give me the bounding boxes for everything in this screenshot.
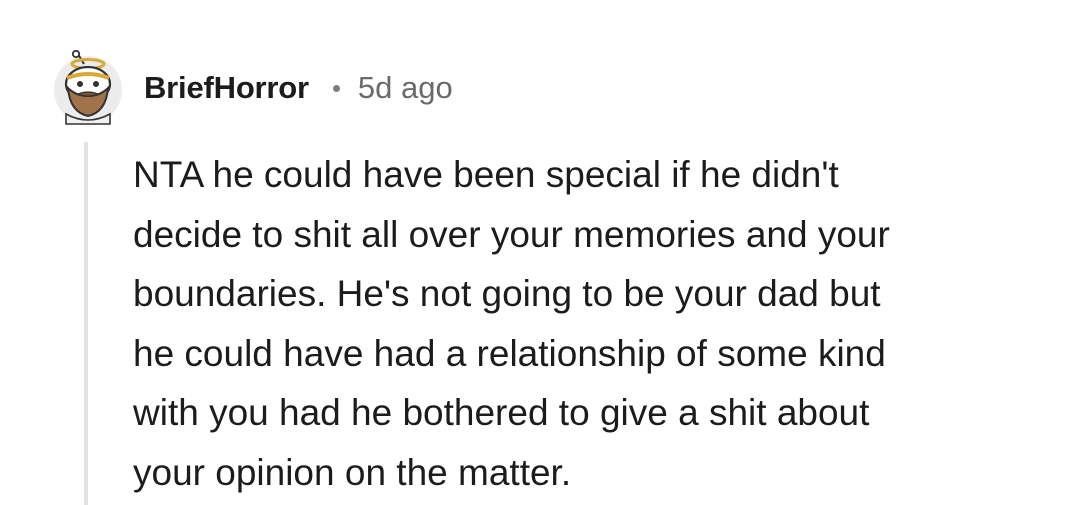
comment: BriefHorror 5d ago NTA he could have bee… — [0, 0, 1080, 505]
thread-collapse-line[interactable] — [84, 142, 88, 505]
comment-body-line: with you had he bothered to give a shit … — [133, 392, 870, 433]
comment-timestamp: 5d ago — [357, 70, 453, 105]
comment-body-line: decide to shit all over your memories an… — [133, 213, 890, 255]
comment-body-line: your opinion on the matter. — [133, 451, 572, 493]
comment-body: NTA he could have been special if he did… — [133, 145, 1033, 502]
snoo-avatar-icon[interactable] — [50, 50, 126, 126]
comment-body-line: he could have had a relationship of some… — [133, 332, 886, 374]
comment-header: BriefHorror 5d ago — [50, 50, 453, 126]
separator-dot — [332, 84, 340, 92]
comment-body-line: NTA he could have been special if he did… — [133, 154, 839, 195]
comment-body-line: boundaries. He's not going to be your da… — [133, 273, 881, 314]
username-link[interactable]: BriefHorror — [144, 70, 309, 106]
